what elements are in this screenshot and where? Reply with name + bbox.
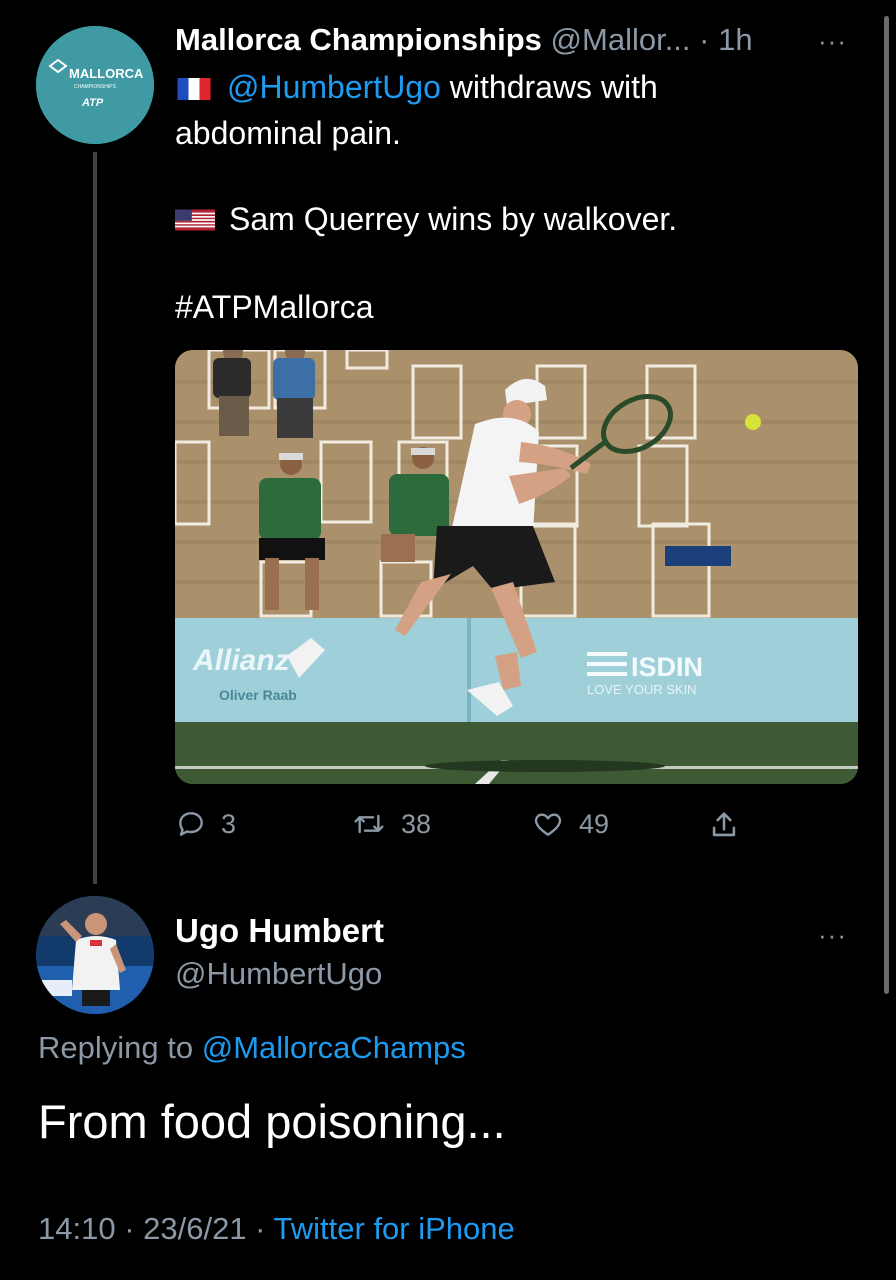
- tweet-line-3-text: Sam Querrey wins by walkover.: [229, 201, 678, 237]
- reply-author-name[interactable]: Ugo Humbert: [175, 912, 384, 950]
- account-name[interactable]: Mallorca Championships: [175, 22, 542, 57]
- tweet-media-image[interactable]: Allianz Oliver Raab ISDIN LOVE YOUR SKIN: [175, 350, 858, 784]
- logo-subtext: CHAMPIONSHIPS: [74, 84, 117, 90]
- tweet-line-1: @HumbertUgo withdraws with: [175, 66, 658, 108]
- isdin-ad-logo: [587, 652, 627, 676]
- mention-humbertugo[interactable]: @HumbertUgo: [227, 69, 441, 105]
- reply-meta: 14:10 · 23/6/21 · Twitter for iPhone: [38, 1211, 515, 1247]
- reply-author-handle[interactable]: @HumbertUgo: [175, 956, 382, 992]
- reply-action[interactable]: 3: [175, 808, 236, 840]
- oliver-raab-ad-text: Oliver Raab: [219, 687, 297, 703]
- tweet-actions: 3 38 49: [175, 808, 775, 844]
- hashtag-atpmallorca[interactable]: #ATPMallorca: [175, 286, 374, 328]
- retweet-icon: [354, 814, 384, 834]
- reply-icon: [179, 812, 203, 836]
- atp-logo-text: ATP: [81, 97, 104, 109]
- ugo-humbert-photo: [36, 896, 154, 1014]
- thread-line: [93, 152, 97, 884]
- reply-text: From food poisoning...: [38, 1095, 506, 1148]
- tennis-photo: Allianz Oliver Raab ISDIN LOVE YOUR SKIN: [175, 350, 858, 784]
- replying-to: Replying to @MallorcaChamps: [38, 1030, 466, 1066]
- reply-timestamp[interactable]: 14:10 · 23/6/21 ·: [38, 1211, 274, 1246]
- tweet-line-2: abdominal pain.: [175, 115, 401, 151]
- reply-count: 3: [221, 808, 237, 839]
- like-count: 49: [579, 808, 610, 839]
- tweet-source[interactable]: Twitter for iPhone: [274, 1211, 515, 1246]
- allianz-ad-text: Allianz: [192, 644, 290, 677]
- tweet-header: Mallorca Championships @Mallor... · 1h: [175, 22, 753, 58]
- mallorca-logo: MALLORCA CHAMPIONSHIPS ATP: [36, 26, 154, 144]
- mallorca-avatar[interactable]: MALLORCA CHAMPIONSHIPS ATP: [36, 26, 154, 144]
- tweet-time[interactable]: · 1h: [699, 22, 752, 57]
- scrollbar[interactable]: [884, 16, 889, 994]
- usa-flag-icon: [175, 209, 215, 231]
- logo-text: MALLORCA: [69, 66, 144, 81]
- retweet-count: 38: [401, 808, 432, 839]
- france-flag-icon: [177, 78, 211, 100]
- more-options-icon[interactable]: ···: [818, 26, 847, 57]
- tweet-line-3: Sam Querrey wins by walkover.: [175, 198, 677, 240]
- account-handle[interactable]: @Mallor...: [551, 22, 691, 57]
- ugo-humbert-avatar[interactable]: [36, 896, 154, 1014]
- share-icon: [712, 812, 736, 837]
- isdin-ad-text: ISDIN: [631, 652, 703, 682]
- replying-to-prefix: Replying to: [38, 1030, 202, 1065]
- mention-mallorcachamps[interactable]: @MallorcaChamps: [202, 1030, 466, 1065]
- heart-icon: [534, 813, 562, 836]
- reply-more-options-icon[interactable]: ···: [818, 920, 847, 951]
- isdin-slogan-text: LOVE YOUR SKIN: [587, 682, 697, 697]
- tweet-line-1-text: withdraws with: [440, 69, 658, 105]
- like-action[interactable]: 49: [531, 808, 609, 840]
- share-action[interactable]: [707, 808, 741, 842]
- retweet-action[interactable]: 38: [351, 808, 431, 840]
